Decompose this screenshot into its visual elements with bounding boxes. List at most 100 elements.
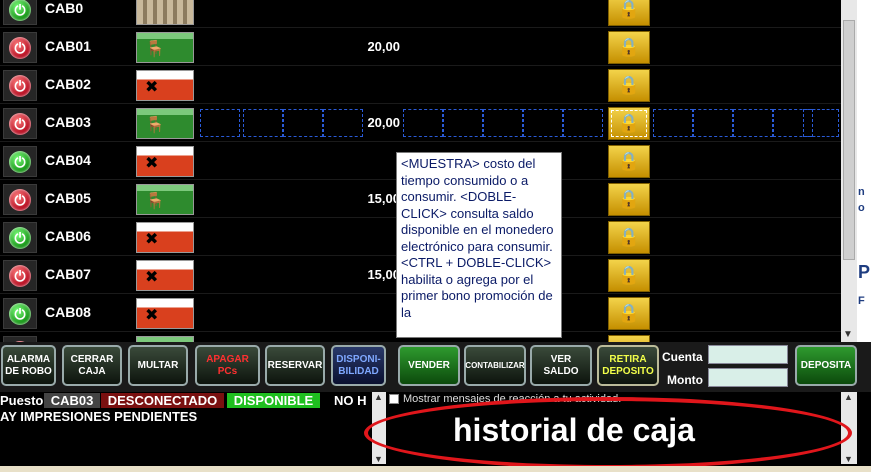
power-button[interactable]: ⏻	[3, 32, 37, 63]
cabin-row[interactable]: ⏻ CAB03 🪑 20,00 🔒	[0, 105, 841, 142]
connection-status: DESCONECTADO	[101, 393, 224, 408]
amount-label: Monto	[667, 373, 703, 387]
power-button[interactable]: ⏻	[3, 222, 37, 253]
selected-cell	[483, 109, 523, 137]
status-glyph-icon: 🪑	[145, 41, 165, 58]
lock-icon[interactable]: 🔒	[608, 69, 650, 102]
repair-status-icon[interactable]: ✖	[136, 70, 194, 101]
fine-button[interactable]: MULTAR	[128, 345, 188, 386]
selected-cell	[563, 109, 603, 137]
deposit-button[interactable]: DEPOSITA	[795, 345, 857, 386]
sell-button[interactable]: VENDER	[398, 345, 460, 386]
view-balance-button[interactable]: VER SALDO	[530, 345, 592, 386]
grid-scrollbar[interactable]: ▼	[841, 0, 857, 342]
lock-icon[interactable]: 🔒	[608, 221, 650, 254]
status-bar: Puesto: CAB03 DESCONECTADO DISPONIBLE NO…	[0, 392, 871, 472]
cabin-name: CAB06	[45, 228, 91, 244]
selected-cell	[693, 109, 733, 137]
selected-cell	[653, 109, 693, 137]
power-icon: ⏻	[9, 0, 31, 21]
status-glyph-icon: ✖	[145, 269, 159, 286]
status-scrollbar[interactable]: ▲ ▼	[372, 392, 386, 464]
availability-status: DISPONIBLE	[227, 393, 320, 408]
account-label: Cuenta	[662, 350, 703, 364]
lock-icon[interactable]: 🔒	[608, 31, 650, 64]
cabin-row[interactable]: ⏻ CAB02 ✖ 🔒	[0, 67, 841, 104]
cabin-row[interactable]: ⏻ CAB01 🪑 20,00 🔒	[0, 29, 841, 66]
power-button[interactable]: ⏻	[3, 298, 37, 329]
cabin-amount: 20,00	[367, 39, 400, 54]
lock-icon[interactable]: 🔒	[608, 145, 650, 178]
cabin-row[interactable]: ⏻ CAB0 🔒	[0, 0, 841, 28]
withdraw-deposit-button[interactable]: RETIRA DEPOSITO	[597, 345, 659, 386]
right-panel-char-4: F	[858, 295, 865, 307]
cabin-name: CAB07	[45, 266, 91, 282]
occupied-status-icon[interactable]: 🪑	[136, 108, 194, 139]
power-button[interactable]: ⏻	[3, 184, 37, 215]
account-input[interactable]	[708, 345, 788, 364]
power-button[interactable]: ⏻	[3, 260, 37, 291]
lock-icon[interactable]: 🔒	[608, 259, 650, 292]
lock-icon[interactable]: 🔒	[608, 0, 650, 26]
power-icon: ⏻	[9, 74, 31, 97]
extra-status: NO H	[334, 393, 367, 408]
pending-prints-text: AY IMPRESIONES PENDIENTES	[0, 409, 198, 424]
status-scroll-down-icon[interactable]: ▼	[374, 454, 383, 464]
reserve-button[interactable]: RESERVAR	[265, 345, 325, 386]
cabin-name: CAB05	[45, 190, 91, 206]
repair-status-icon[interactable]: ✖	[136, 298, 194, 329]
power-icon: ⏻	[9, 302, 31, 325]
message-scroll-up-icon[interactable]: ▲	[844, 392, 853, 402]
right-panel-char-1: n	[858, 186, 865, 198]
power-icon: ⏻	[9, 150, 31, 173]
selected-cell	[323, 109, 363, 137]
lock-icon[interactable]: 🔒	[608, 107, 650, 140]
repair-status-icon[interactable]: ✖	[136, 222, 194, 253]
repair-status-icon[interactable]: ✖	[136, 260, 194, 291]
shutdown-pcs-button[interactable]: APAGAR PCs	[195, 345, 260, 386]
message-scrollbar[interactable]: ▲ ▼	[841, 392, 857, 464]
accounting-button[interactable]: CONTABILIZAR	[464, 345, 526, 386]
lock-icon[interactable]: 🔒	[608, 297, 650, 330]
close-cash-button[interactable]: CERRAR CAJA	[62, 345, 122, 386]
right-side-panel: n o P F	[857, 0, 871, 342]
repair-status-icon[interactable]: ✖	[136, 146, 194, 177]
power-icon: ⏻	[9, 264, 31, 287]
status-glyph-icon: 🪑	[145, 117, 165, 134]
empty-status-icon[interactable]	[136, 0, 194, 25]
power-button[interactable]: ⏻	[3, 70, 37, 101]
station-value: CAB03	[44, 393, 100, 408]
selected-cell	[733, 109, 773, 137]
message-scroll-down-icon[interactable]: ▼	[844, 454, 853, 464]
station-label: Puesto:	[0, 393, 48, 408]
status-glyph-icon: ✖	[145, 231, 159, 248]
power-button[interactable]: ⏻	[3, 108, 37, 139]
power-button[interactable]: ⏻	[3, 0, 37, 25]
show-messages-checkbox[interactable]	[389, 394, 399, 404]
power-icon: ⏻	[9, 226, 31, 249]
selected-cell	[200, 109, 240, 137]
cash-history-caption: historial de caja	[453, 412, 695, 448]
scroll-down-arrow-icon[interactable]: ▼	[843, 329, 853, 340]
amount-input[interactable]	[708, 368, 788, 387]
availability-button[interactable]: DISPONI-BILIDAD	[331, 345, 386, 386]
selected-cell	[283, 109, 323, 137]
power-icon: ⏻	[9, 36, 31, 59]
occupied-status-icon[interactable]: 🪑	[136, 32, 194, 63]
lock-icon[interactable]: 🔒	[608, 183, 650, 216]
cabin-name: CAB02	[45, 76, 91, 92]
power-button[interactable]: ⏻	[3, 146, 37, 177]
cabin-name: CAB04	[45, 152, 91, 168]
cabin-name: CAB0	[45, 0, 84, 16]
action-toolbar: ALARMA DE ROBO CERRAR CAJA MULTAR APAGAR…	[0, 342, 871, 392]
cabin-name: CAB08	[45, 304, 91, 320]
alarm-button[interactable]: ALARMA DE ROBO	[1, 345, 56, 386]
grid-scroll-thumb[interactable]	[843, 20, 855, 260]
occupied-status-icon[interactable]: 🪑	[136, 184, 194, 215]
status-scroll-up-icon[interactable]: ▲	[374, 392, 383, 402]
power-icon: ⏻	[9, 188, 31, 211]
bottom-strip	[0, 466, 871, 472]
selected-cell	[403, 109, 443, 137]
lock-icon[interactable]: 🔒	[608, 335, 650, 342]
status-glyph-icon: ✖	[145, 79, 159, 96]
